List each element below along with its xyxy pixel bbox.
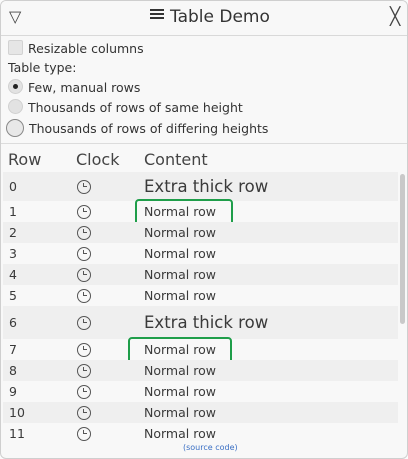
row-number: 0 (9, 179, 17, 194)
radio-same-height[interactable]: Thousands of rows of same height (8, 99, 243, 115)
clock-icon (77, 364, 91, 378)
table-row[interactable]: 4 Normal row (3, 264, 398, 285)
row-number: 6 (9, 315, 17, 330)
row-number: 5 (9, 288, 17, 303)
column-header-clock[interactable]: Clock (76, 150, 119, 169)
resizable-columns-label: Resizable columns (28, 41, 144, 56)
column-header-content[interactable]: Content (144, 150, 208, 169)
radio-icon (6, 119, 24, 137)
row-content: Normal row (144, 363, 216, 378)
row-number: 10 (9, 405, 25, 420)
close-icon[interactable]: ╳ (390, 7, 400, 27)
row-number: 9 (9, 384, 17, 399)
row-number: 2 (9, 225, 17, 240)
source-code-link[interactable]: (source code) (183, 443, 238, 452)
row-number: 4 (9, 267, 17, 282)
clock-icon (77, 180, 91, 194)
collapse-icon[interactable]: ▽ (9, 7, 21, 26)
table-row[interactable]: 10 Normal row (3, 402, 398, 423)
row-number: 7 (9, 342, 17, 357)
checkbox-icon (8, 40, 23, 55)
table-body[interactable]: 0 Extra thick row 1 Normal row 2 Normal row 3 N… (1, 172, 401, 444)
table-row[interactable]: 8 Normal row (3, 360, 398, 381)
clock-icon (77, 247, 91, 261)
radio-differing-heights[interactable]: Thousands of rows of differing heights (6, 119, 268, 137)
clock-icon (77, 205, 91, 219)
radio-few-rows[interactable]: Few, manual rows (8, 79, 140, 95)
row-number: 8 (9, 363, 17, 378)
clock-icon (77, 385, 91, 399)
separator (1, 143, 407, 144)
clock-icon (77, 316, 91, 330)
resizable-columns-checkbox[interactable]: Resizable columns (8, 40, 144, 56)
column-header-row[interactable]: Row (8, 150, 41, 169)
row-content: Normal row (144, 288, 216, 303)
hamburger-icon (150, 7, 164, 21)
row-content: Normal row (144, 267, 216, 282)
clock-icon (77, 268, 91, 282)
row-content: Normal row (144, 225, 216, 240)
table-row[interactable]: 0 Extra thick row (3, 172, 398, 201)
row-number: 1 (9, 204, 17, 219)
row-content: Normal row (144, 384, 216, 399)
row-content: Normal row (144, 426, 216, 441)
row-number: 11 (9, 426, 25, 441)
table-row[interactable]: 3 Normal row (3, 243, 398, 264)
window-titlebar: ▽ Table Demo ╳ (1, 1, 407, 36)
table-row[interactable]: 6 Extra thick row (3, 306, 398, 339)
radio-few-rows-label: Few, manual rows (28, 80, 141, 95)
clock-icon (77, 289, 91, 303)
row-content: Extra thick row (144, 313, 269, 332)
clock-icon (77, 406, 91, 420)
scrollbar[interactable] (400, 174, 405, 324)
row-content: Extra thick row (144, 177, 269, 196)
table-demo-window: ▽ Table Demo ╳ Resizable columns Table t… (0, 0, 408, 459)
table-row[interactable]: 9 Normal row (3, 381, 398, 402)
window-title: Table Demo (150, 7, 270, 27)
table-row[interactable]: 5 Normal row (3, 285, 398, 306)
row-content: Normal row (144, 246, 216, 261)
table-row[interactable]: 2 Normal row (3, 222, 398, 243)
radio-selected-icon (8, 79, 23, 94)
radio-differing-heights-label: Thousands of rows of differing heights (29, 121, 269, 136)
clock-icon (77, 226, 91, 240)
clock-icon (77, 427, 91, 441)
radio-icon (8, 99, 23, 114)
window-title-text: Table Demo (170, 7, 270, 27)
row-number: 3 (9, 246, 17, 261)
radio-same-height-label: Thousands of rows of same height (28, 100, 243, 115)
clock-icon (77, 343, 91, 357)
table-row[interactable]: 11 Normal row (3, 423, 398, 444)
row-content: Normal row (144, 405, 216, 420)
table-type-label: Table type: (8, 60, 77, 75)
